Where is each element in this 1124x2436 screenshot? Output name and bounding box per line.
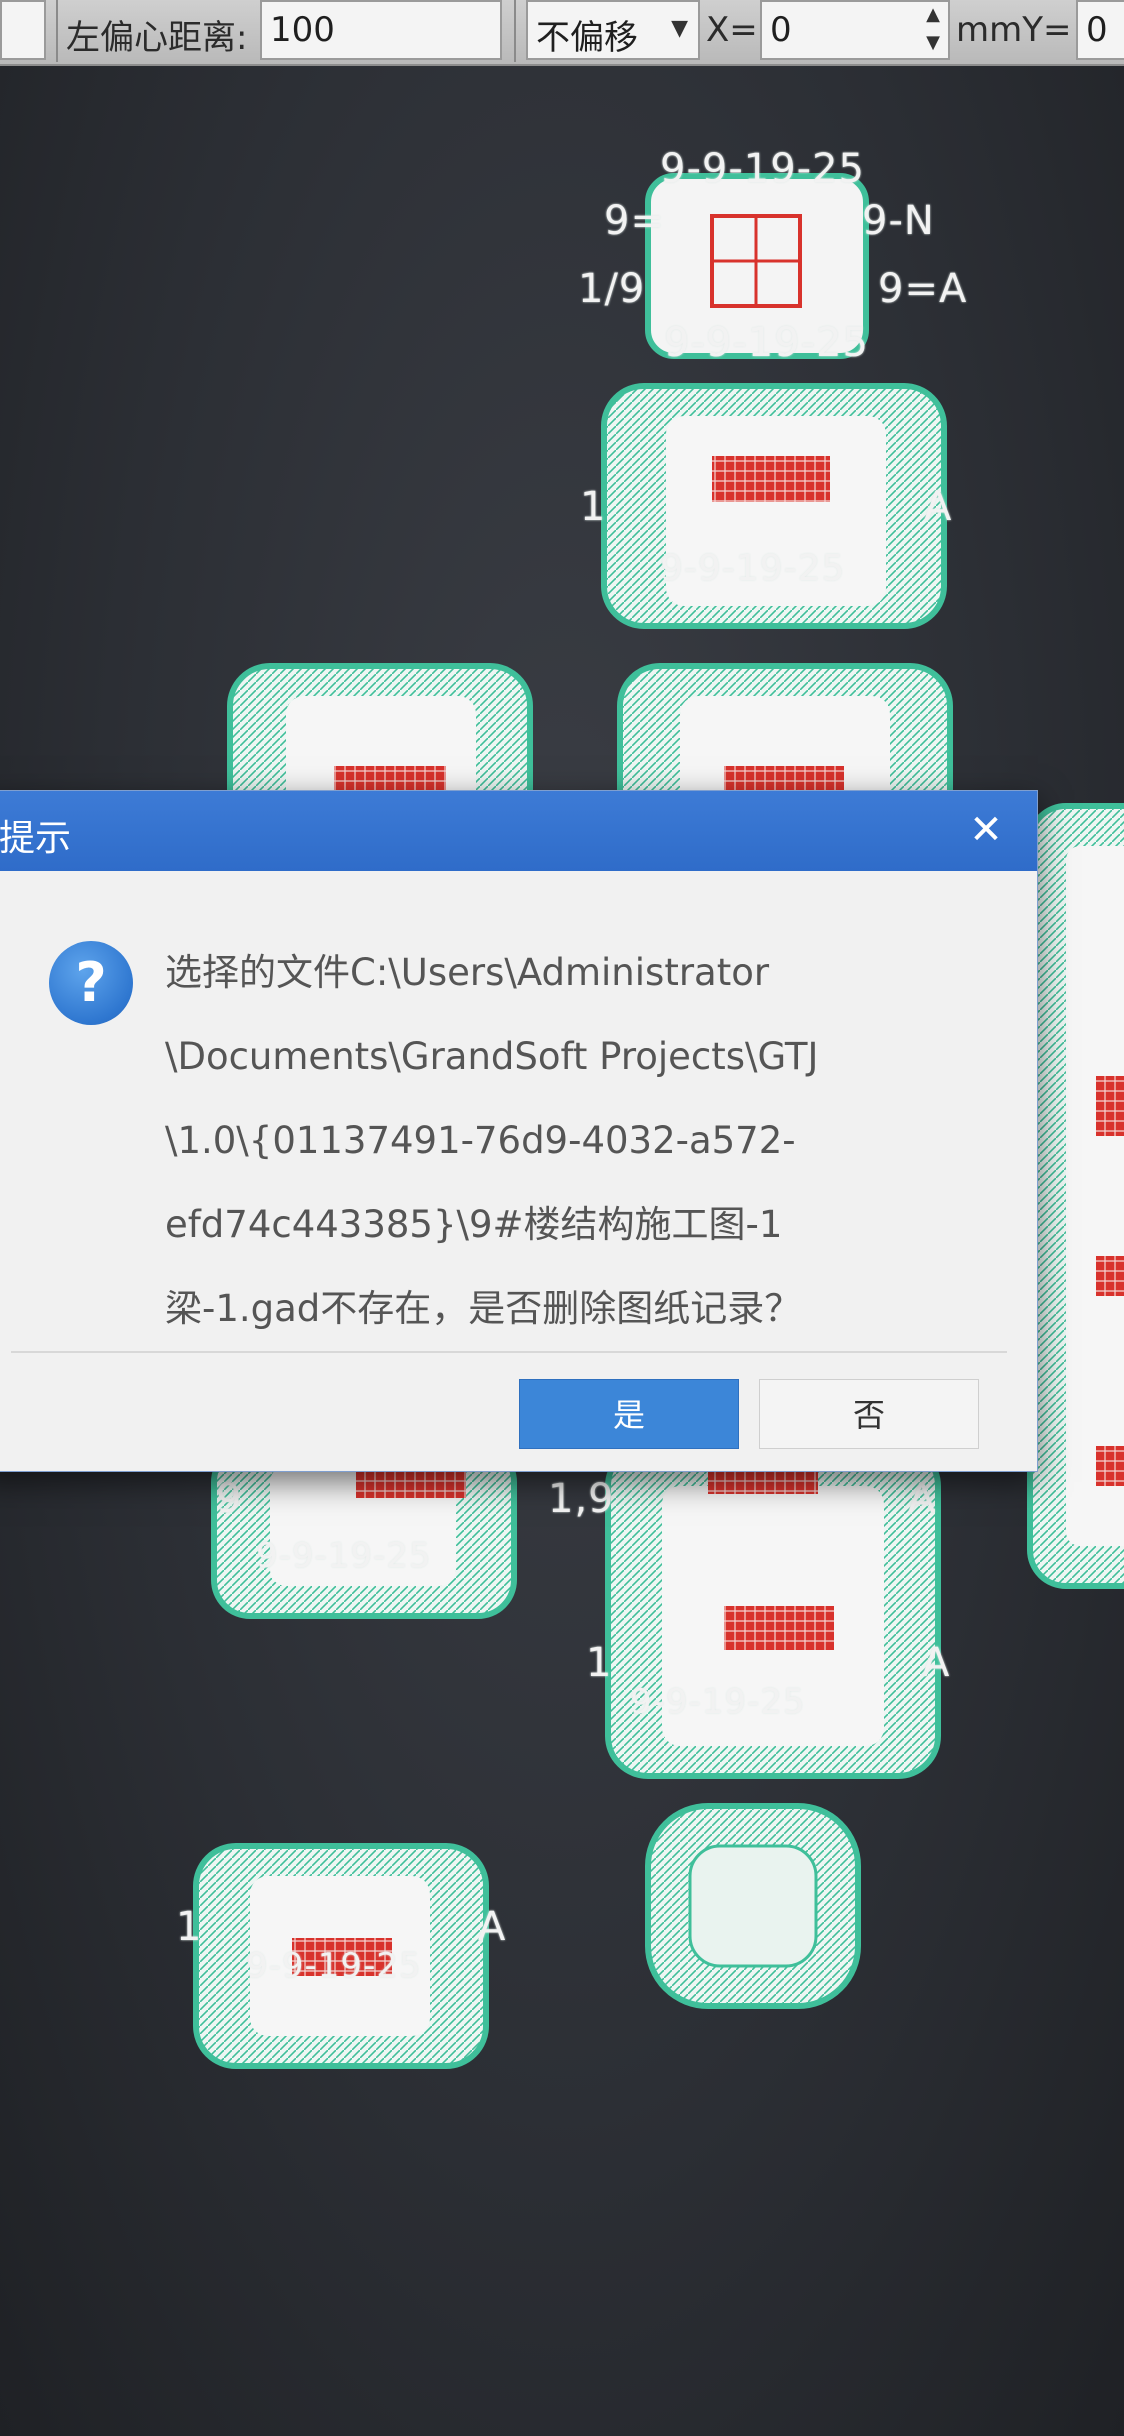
left-offset-value: 100 (270, 10, 335, 50)
axis-label: 1 (580, 484, 607, 530)
message-line: \1.0\{01137491-76d9-4032-a572- (165, 1119, 796, 1162)
message-line: \Documents\GrandSoft Projects\GTJ (165, 1035, 819, 1078)
message-line: 梁-1.gad不存在，是否删除图纸记录？ (165, 1287, 802, 1330)
axis-label: 9-N (862, 198, 935, 244)
y-value: 0 (1086, 10, 1108, 50)
left-offset-label: 左偏心距离: (66, 18, 248, 58)
chevron-down-icon: ▼ (671, 16, 688, 41)
dialog-titlebar[interactable]: 提示 ✕ (0, 791, 1037, 871)
x-value: 0 (770, 10, 792, 50)
spin-down-icon[interactable]: ▼ (926, 30, 940, 56)
axis-label: 9-9-19-25 (246, 1946, 422, 1986)
offset-mode-value: 不偏移 (536, 18, 638, 58)
message-line: 选择的文件C:\Users\Administrator (165, 951, 770, 994)
axis-label: A (924, 484, 953, 530)
axis-label: 9-9-19-25 (630, 1682, 806, 1722)
spin-up-icon[interactable]: ▲ (926, 2, 940, 28)
axis-label: 9=A (878, 266, 968, 312)
left-offset-input[interactable]: 100 (260, 0, 502, 60)
toolbar-separator (56, 0, 58, 62)
axis-label: 1,9 (548, 1476, 615, 1522)
x-label: X= (706, 10, 758, 50)
column-section-dense (645, 1803, 861, 2009)
dialog-message: 选择的文件C:\Users\Administrator \Documents\G… (165, 931, 985, 1351)
axis-label: 9-9-19-25 (664, 320, 869, 366)
question-icon: ? (49, 941, 133, 1025)
column-section-right-edge (1027, 803, 1124, 1589)
axis-label: A (478, 1904, 507, 1950)
x-input[interactable]: 0 ▲ ▼ (760, 0, 950, 60)
column-section-lower-center (605, 1443, 941, 1779)
axis-label: 1/9 (578, 266, 646, 312)
no-button[interactable]: 否 (759, 1379, 979, 1449)
message-line: efd74c443385}\9#楼结构施工图-1 (165, 1203, 783, 1246)
axis-label: 9= (604, 198, 665, 244)
toolbar-separator (514, 0, 516, 62)
axis-label: 1 (586, 1640, 613, 1686)
axis-label: A (922, 1640, 951, 1686)
dialog-divider (11, 1351, 1007, 1353)
toolbar: 左偏心距离: 100 不偏移 ▼ X= 0 ▲ ▼ mmY= 0 (0, 0, 1124, 66)
axis-label: 9-9-19-25 (660, 146, 865, 192)
confirm-dialog: 提示 ✕ ? 选择的文件C:\Users\Administrator \Docu… (0, 790, 1038, 1472)
yes-button[interactable]: 是 (519, 1379, 739, 1449)
y-label: mmY= (956, 10, 1072, 50)
axis-label: 9-9-19-25 (660, 548, 846, 589)
dialog-title: 提示 (0, 818, 72, 859)
screen: 左偏心距离: 100 不偏移 ▼ X= 0 ▲ ▼ mmY= 0 9-9-19-… (0, 0, 1124, 2436)
partial-input-box[interactable] (0, 0, 46, 60)
axis-label: A (908, 1476, 937, 1522)
axis-label: 9 (216, 1476, 243, 1522)
close-icon[interactable]: ✕ (961, 805, 1011, 855)
axis-label: 9-9-19-25 (256, 1536, 432, 1576)
y-input[interactable]: 0 (1076, 0, 1124, 60)
axis-label: 1 (176, 1904, 203, 1950)
offset-mode-select[interactable]: 不偏移 ▼ (526, 0, 700, 60)
